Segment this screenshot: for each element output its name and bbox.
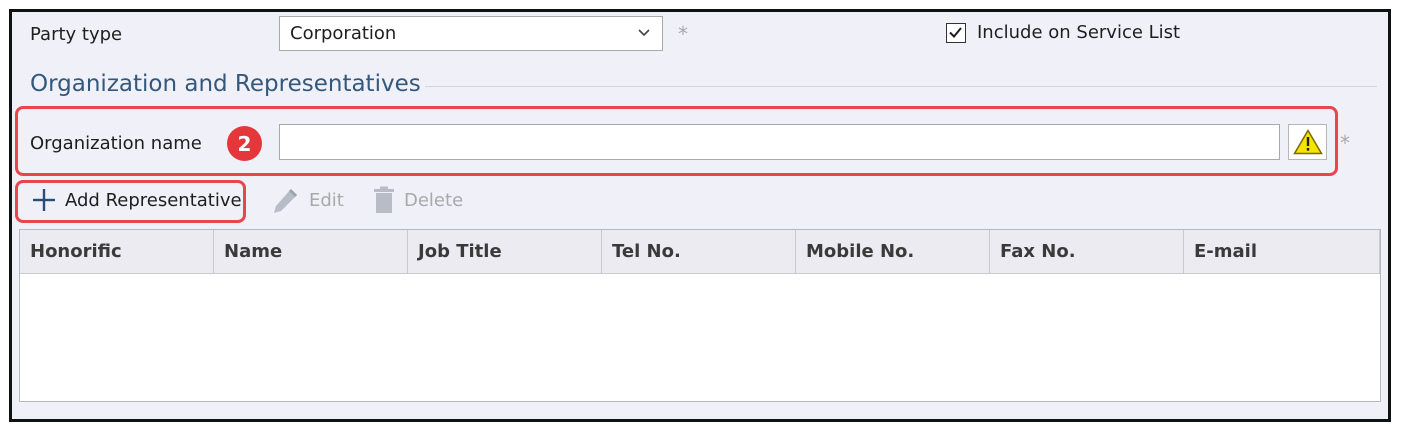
party-type-selected-value: Corporation bbox=[290, 23, 397, 44]
organization-required-mark: * bbox=[1340, 131, 1350, 155]
column-header-tel-no[interactable]: Tel No. bbox=[602, 230, 796, 273]
warning-triangle-icon bbox=[1292, 129, 1323, 155]
section-divider bbox=[425, 86, 1377, 87]
column-header-name[interactable]: Name bbox=[214, 230, 408, 273]
column-header-job-title[interactable]: Job Title bbox=[408, 230, 602, 273]
warning-button[interactable] bbox=[1288, 124, 1327, 160]
trash-icon bbox=[374, 186, 394, 213]
column-header-fax-no[interactable]: Fax No. bbox=[990, 230, 1184, 273]
column-header-mobile-no[interactable]: Mobile No. bbox=[796, 230, 990, 273]
organization-name-input[interactable] bbox=[279, 124, 1280, 160]
representatives-table[interactable]: Honorific Name Job Title Tel No. Mobile … bbox=[19, 229, 1381, 402]
party-type-required-mark: * bbox=[678, 22, 688, 46]
plus-icon bbox=[33, 189, 55, 211]
add-representative-button[interactable]: Add Representative bbox=[31, 186, 242, 214]
pencil-icon bbox=[274, 189, 297, 213]
column-header-email[interactable]: E-mail bbox=[1184, 230, 1380, 273]
edit-label: Edit bbox=[309, 189, 344, 211]
party-type-label: Party type bbox=[30, 24, 123, 45]
edit-button[interactable]: Edit bbox=[271, 186, 344, 214]
chevron-down-icon bbox=[638, 29, 650, 37]
include-service-list-checkbox[interactable] bbox=[946, 23, 966, 43]
column-header-honorific[interactable]: Honorific bbox=[20, 230, 214, 273]
organization-name-label: Organization name bbox=[30, 133, 202, 154]
include-service-list-label: Include on Service List bbox=[977, 22, 1181, 43]
delete-button[interactable]: Delete bbox=[372, 186, 463, 214]
delete-label: Delete bbox=[404, 189, 464, 211]
party-type-select[interactable]: Corporation bbox=[279, 16, 663, 51]
checkmark-icon bbox=[949, 27, 962, 38]
table-header: Honorific Name Job Title Tel No. Mobile … bbox=[20, 230, 1380, 274]
section-title: Organization and Representatives bbox=[30, 71, 421, 97]
step-badge: 2 bbox=[227, 126, 262, 161]
add-representative-label: Add Representative bbox=[65, 189, 242, 211]
table-body bbox=[20, 274, 1380, 401]
